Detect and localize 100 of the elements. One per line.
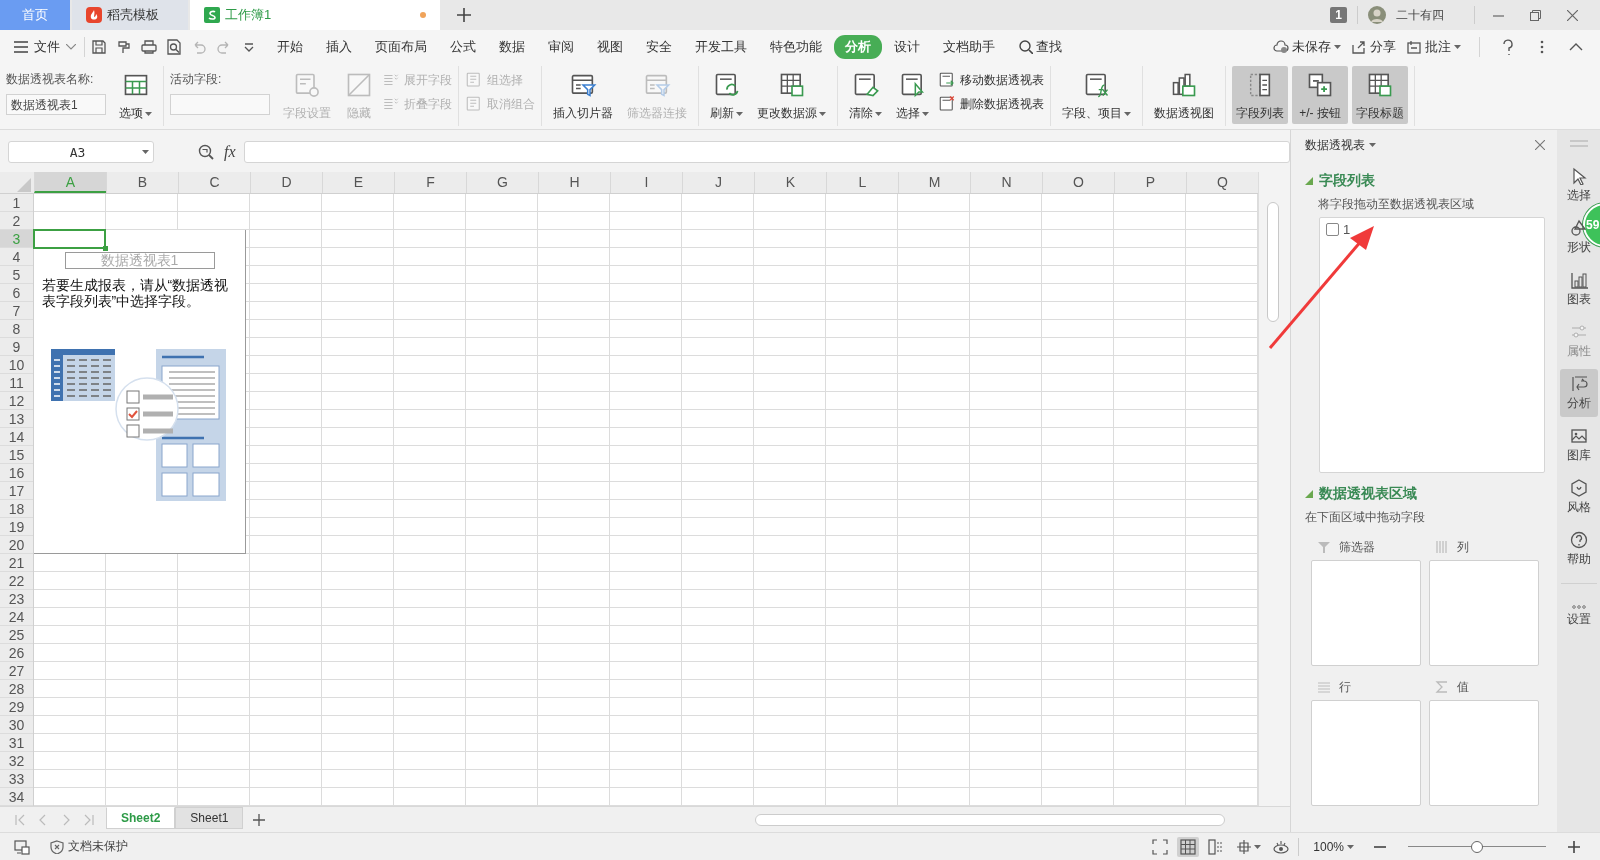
- vertical-scrollbar[interactable]: [1258, 172, 1290, 806]
- field-name[interactable]: 1: [1343, 222, 1351, 237]
- help-icon[interactable]: [1500, 39, 1516, 55]
- document-tab[interactable]: 工作簿1: [190, 0, 440, 30]
- column-header[interactable]: E: [322, 172, 394, 193]
- sidebar-button[interactable]: 图表: [1559, 265, 1598, 313]
- window-count-badge[interactable]: 1: [1330, 7, 1347, 23]
- zoom-icon[interactable]: [198, 144, 214, 160]
- collapse-triangle-icon[interactable]: [1305, 490, 1313, 498]
- find-button[interactable]: 查找: [1019, 38, 1062, 56]
- add-sheet-icon[interactable]: [253, 813, 266, 826]
- toggle-button[interactable]: +/- 按钮: [1292, 66, 1348, 124]
- active-cell[interactable]: [33, 229, 106, 249]
- menu-tab[interactable]: 页面布局: [364, 35, 438, 59]
- sheet-tab[interactable]: Sheet2: [106, 806, 176, 829]
- scrollbar-thumb[interactable]: [1267, 202, 1279, 322]
- share-button[interactable]: 分享: [1351, 38, 1396, 56]
- column-header[interactable]: D: [250, 172, 322, 193]
- ribbon-button[interactable]: 插入切片器: [548, 66, 618, 124]
- row-header[interactable]: 15: [0, 446, 33, 464]
- column-header[interactable]: P: [1114, 172, 1186, 193]
- row-header[interactable]: 21: [0, 554, 33, 572]
- row-header[interactable]: 8: [0, 320, 33, 338]
- sidebar-button[interactable]: 风格: [1559, 473, 1598, 521]
- checkbox[interactable]: [1326, 223, 1339, 236]
- row-header[interactable]: 9: [0, 338, 33, 356]
- last-sheet-icon[interactable]: [83, 813, 95, 826]
- menu-tab[interactable]: 文档助手: [932, 35, 1006, 59]
- row-header[interactable]: 1: [0, 194, 33, 212]
- ribbon-button[interactable]: 刷新: [705, 66, 748, 124]
- column-header[interactable]: M: [898, 172, 970, 193]
- menu-tab[interactable]: 特色功能: [759, 35, 833, 59]
- column-header[interactable]: O: [1042, 172, 1114, 193]
- ribbon-button[interactable]: 移动数据透视表: [938, 71, 1044, 89]
- row-header[interactable]: 29: [0, 698, 33, 716]
- column-header[interactable]: H: [538, 172, 610, 193]
- drag-handle-icon[interactable]: [1569, 140, 1588, 147]
- ribbon-button[interactable]: 删除数据透视表: [938, 95, 1044, 113]
- slider-thumb[interactable]: [1471, 840, 1483, 853]
- toggle-button[interactable]: 字段列表: [1232, 66, 1288, 124]
- column-header[interactable]: J: [682, 172, 754, 193]
- column-header[interactable]: B: [106, 172, 178, 193]
- row-header[interactable]: 33: [0, 770, 33, 788]
- sidebar-button[interactable]: 帮助: [1559, 525, 1598, 573]
- first-sheet-icon[interactable]: [14, 813, 26, 826]
- row-header[interactable]: 18: [0, 500, 33, 518]
- protection-status-button[interactable]: 文档未保护: [50, 838, 128, 855]
- name-box[interactable]: A3: [8, 141, 154, 163]
- row-header[interactable]: 14: [0, 428, 33, 446]
- fill-handle[interactable]: [103, 246, 108, 251]
- close-icon[interactable]: [1567, 9, 1578, 21]
- monitor-icon[interactable]: [14, 838, 30, 855]
- column-header[interactable]: C: [178, 172, 250, 193]
- row-header[interactable]: 25: [0, 626, 33, 644]
- menu-tab[interactable]: 视图: [586, 35, 634, 59]
- row-header[interactable]: 7: [0, 302, 33, 320]
- print-preview-icon[interactable]: [166, 39, 182, 55]
- save-icon[interactable]: [91, 39, 107, 55]
- sidebar-button[interactable]: 设置: [1559, 592, 1598, 640]
- row-header[interactable]: 24: [0, 608, 33, 626]
- menu-tab[interactable]: 公式: [439, 35, 487, 59]
- column-header[interactable]: L: [826, 172, 898, 193]
- view-button[interactable]: [1177, 836, 1200, 857]
- row-header[interactable]: 11: [0, 374, 33, 392]
- user-name[interactable]: 二十有四: [1396, 6, 1444, 24]
- menu-tab[interactable]: 安全: [635, 35, 683, 59]
- sidebar-button[interactable]: 图库: [1559, 421, 1598, 469]
- menu-tab[interactable]: 审阅: [537, 35, 585, 59]
- row-header[interactable]: 22: [0, 572, 33, 590]
- panel-title-dropdown[interactable]: 数据透视表: [1305, 136, 1376, 154]
- row-header[interactable]: 13: [0, 410, 33, 428]
- column-header[interactable]: F: [394, 172, 466, 193]
- restore-icon[interactable]: [1530, 9, 1541, 21]
- row-header[interactable]: 17: [0, 482, 33, 500]
- row-header[interactable]: 32: [0, 752, 33, 770]
- sidebar-button[interactable]: 分析: [1559, 369, 1598, 417]
- menu-tab[interactable]: 设计: [883, 35, 931, 59]
- row-header[interactable]: 20: [0, 536, 33, 554]
- ribbon-button[interactable]: 清除: [844, 66, 887, 124]
- zoom-dropdown[interactable]: 100%: [1313, 839, 1354, 854]
- row-header[interactable]: 10: [0, 356, 33, 374]
- menu-tab[interactable]: 开发工具: [684, 35, 758, 59]
- column-header[interactable]: G: [466, 172, 538, 193]
- row-header[interactable]: 27: [0, 662, 33, 680]
- column-header[interactable]: N: [970, 172, 1042, 193]
- document-tab[interactable]: 稻壳模板: [72, 0, 188, 30]
- row-header[interactable]: 12: [0, 392, 33, 410]
- collapse-triangle-icon[interactable]: [1305, 177, 1313, 185]
- print-icon[interactable]: [141, 39, 157, 55]
- menu-tab[interactable]: 插入: [315, 35, 363, 59]
- toggle-button[interactable]: 字段标题: [1352, 66, 1408, 124]
- row-header[interactable]: 31: [0, 734, 33, 752]
- insert-function-button[interactable]: fx: [224, 143, 236, 161]
- row-header[interactable]: 23: [0, 590, 33, 608]
- row-header[interactable]: 4: [0, 248, 33, 266]
- row-header[interactable]: 19: [0, 518, 33, 536]
- ribbon-button[interactable]: 选择: [891, 66, 934, 124]
- formula-field[interactable]: [243, 141, 1290, 163]
- column-header[interactable]: I: [610, 172, 682, 193]
- save-status-button[interactable]: 未保存: [1273, 38, 1341, 56]
